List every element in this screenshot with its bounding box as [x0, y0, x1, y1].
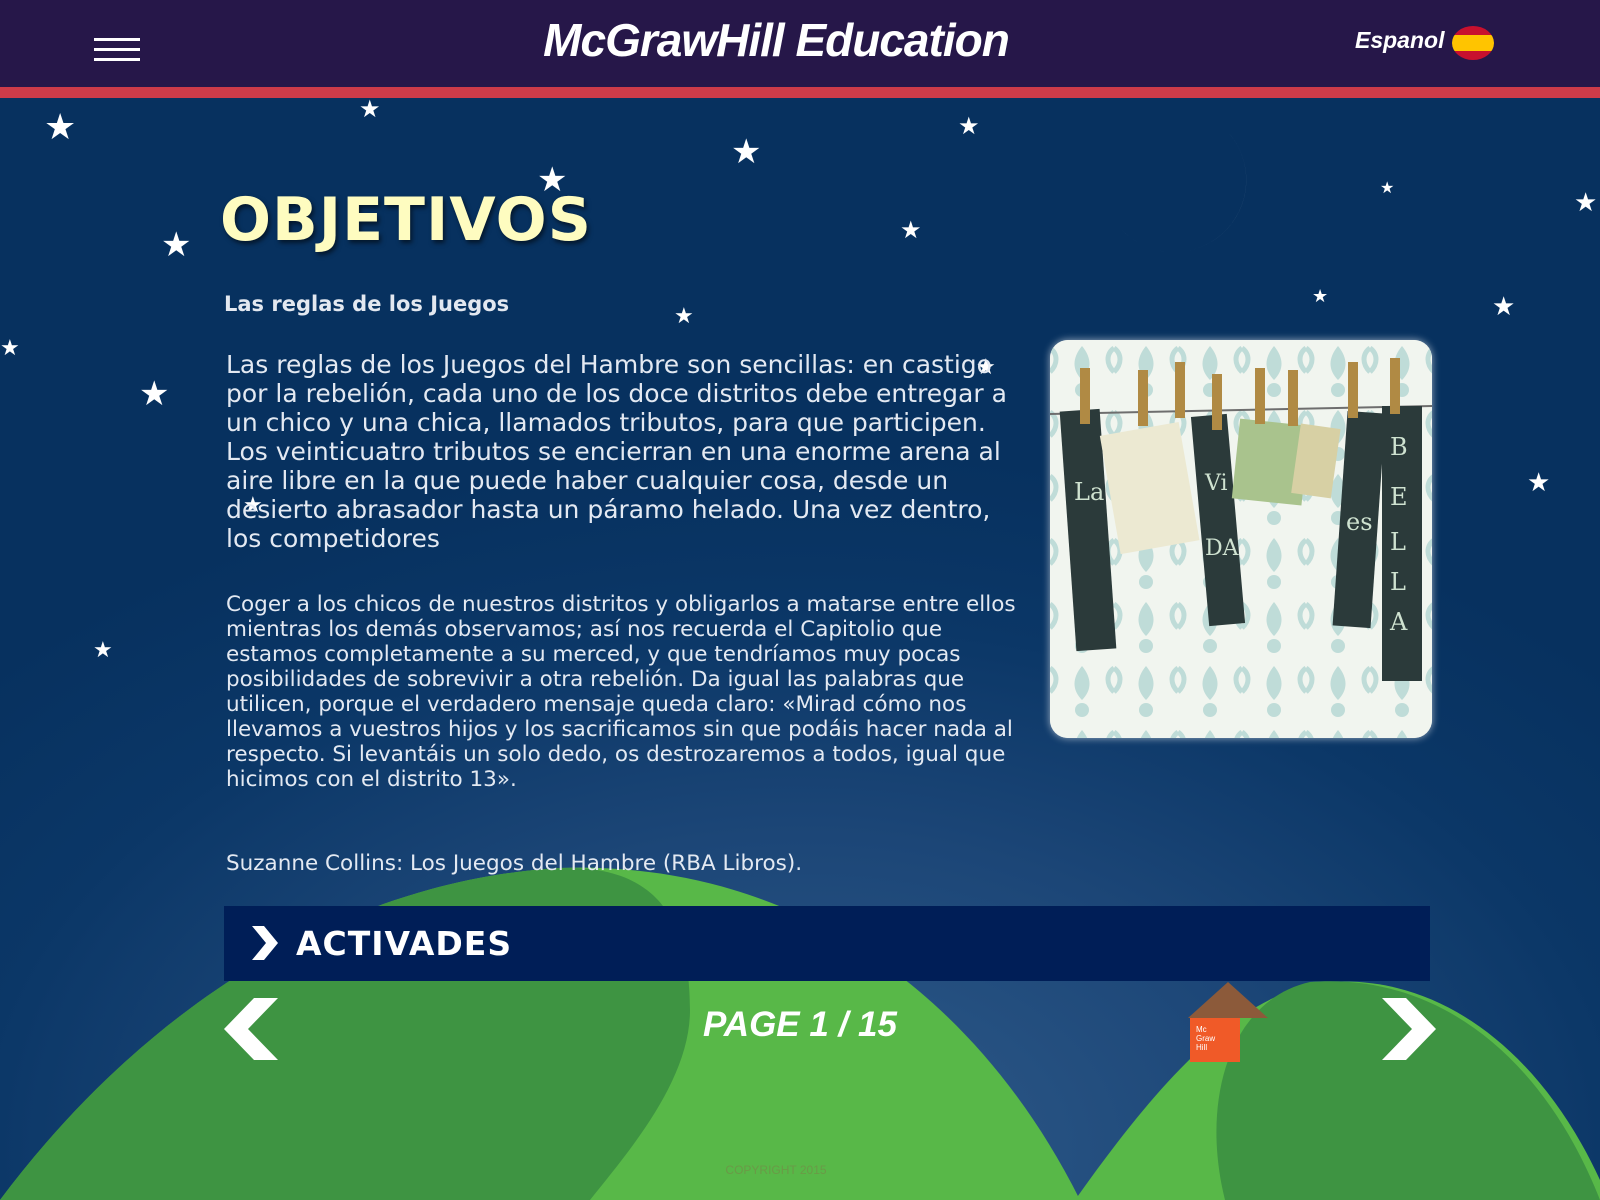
activities-button[interactable]: ACTIVADES: [224, 906, 1430, 981]
star-icon: ★: [1574, 188, 1598, 218]
star-icon: ★: [0, 336, 20, 361]
star-icon: ★: [731, 132, 762, 172]
star-icon: ★: [359, 95, 381, 123]
page-title: OBJETIVOS: [220, 185, 592, 255]
section-subtitle: Las reglas de los Juegos: [224, 292, 510, 316]
moon-icon: [1120, 132, 1247, 253]
star-icon: ★: [958, 112, 980, 140]
copyright: COPYRIGHT 2015: [725, 1163, 827, 1177]
chevron-right-icon: [252, 926, 278, 960]
svg-text:E: E: [1390, 483, 1408, 511]
language-label[interactable]: Espanol: [1355, 27, 1444, 54]
svg-text:L: L: [1390, 528, 1406, 556]
activities-label: ACTIVADES: [296, 924, 513, 963]
brand-logo[interactable]: McGrawHill Education: [0, 13, 1552, 67]
star-icon: ★: [44, 107, 77, 148]
svg-text:Vi: Vi: [1204, 471, 1228, 496]
top-header: McGrawHill Education Espanol: [0, 0, 1600, 87]
star-icon: ★: [674, 304, 694, 329]
star-icon: ★: [1380, 178, 1395, 197]
svg-text:B: B: [1390, 433, 1408, 461]
star-icon: ★: [900, 216, 922, 244]
svg-text:A: A: [1389, 608, 1408, 636]
star-icon: ★: [1312, 286, 1329, 307]
svg-text:DA: DA: [1205, 536, 1240, 561]
spain-flag-icon[interactable]: [1452, 26, 1494, 60]
svg-text:es: es: [1346, 508, 1373, 536]
svg-text:L: L: [1390, 568, 1406, 596]
source-citation: Suzanne Collins: Los Juegos del Hambre (…: [226, 851, 803, 876]
illustration-letters: La: [1074, 478, 1104, 506]
header-stripe: [0, 87, 1600, 98]
star-icon: ★: [139, 374, 170, 414]
star-icon: ★: [1527, 468, 1551, 498]
paragraph-2: Coger a los chicos de nuestros distritos…: [226, 592, 1016, 792]
paragraph-1: Las reglas de los Juegos del Hambre son …: [226, 350, 1007, 553]
page-indicator: PAGE 1 / 15: [703, 1005, 897, 1044]
star-icon: ★: [1492, 292, 1516, 322]
star-icon: ★: [161, 225, 192, 265]
arrow-right-icon[interactable]: [1380, 998, 1436, 1060]
book-illustration: La Vi DA es B E L L A: [1050, 340, 1432, 738]
star-icon: ★: [93, 638, 113, 663]
